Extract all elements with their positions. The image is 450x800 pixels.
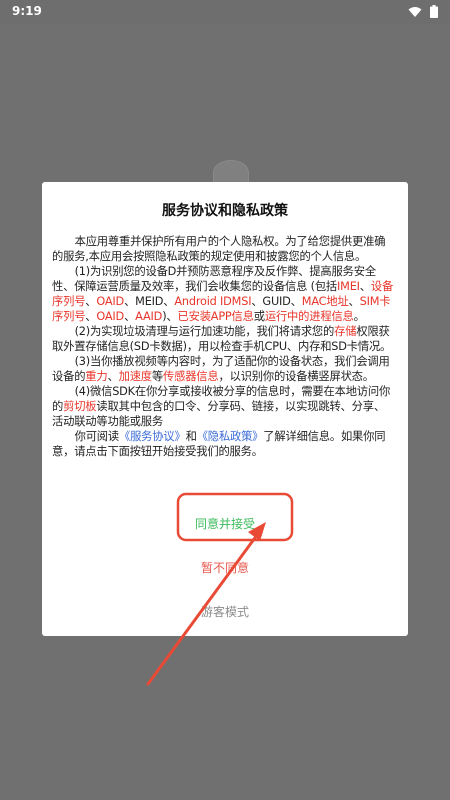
- text-segment: (2)为实现垃圾清理与运行加速功能，我们将请求您的: [74, 325, 335, 338]
- text-segment: 或: [253, 310, 265, 323]
- status-bar: 9:19: [0, 0, 450, 24]
- highlight-clipboard: 剪切板: [63, 400, 97, 413]
- text-segment: 、: [124, 310, 136, 323]
- highlight-acceleration: 加速度: [118, 370, 152, 383]
- highlight-storage: 存储: [334, 325, 357, 338]
- dialog-body: 本应用尊重并保护所有用户的个人隐私权。为了给您提供更准确的服务,本应用会按照隐私…: [52, 234, 396, 459]
- highlight-mac: MAC地址: [301, 295, 349, 308]
- paragraph-links: 你可阅读《服务协议》和《隐私政策》了解详细信息。如果你同意，请点击下面按钮开始接…: [52, 429, 396, 459]
- text-segment: 。: [353, 310, 365, 323]
- disagree-button[interactable]: 暂不同意: [42, 559, 408, 576]
- paragraph-device-info: (1)为识别您的设备D并预防恶意程序及反作弊、提高服务安全性、保障运营质量及效率…: [52, 264, 396, 324]
- text-segment: 和: [185, 430, 197, 443]
- text-segment: 、: [359, 280, 371, 293]
- text-segment: 你可阅读: [74, 430, 120, 443]
- agree-button[interactable]: 同意并接受: [42, 515, 408, 532]
- guest-mode-button[interactable]: 游客模式: [42, 603, 408, 620]
- paragraph-clipboard: (4)微信SDK在你分享或接收被分享的信息时，需要在本地访问你的剪切板读取其中包…: [52, 384, 396, 429]
- highlight-oaid-2: OAID: [96, 310, 125, 323]
- text-segment: 、: [85, 295, 97, 308]
- highlight-aaid: AAID: [135, 310, 163, 323]
- paragraph-intro: 本应用尊重并保护所有用户的个人隐私权。为了给您提供更准确的服务,本应用会按照隐私…: [52, 235, 386, 263]
- text-segment: 、: [85, 310, 97, 323]
- text-segment: )、: [162, 310, 178, 323]
- text-segment: 读取其中包含的口令、分享码、链接，以实现跳转、分享、活动联动等功能或服务: [52, 400, 385, 428]
- service-agreement-link[interactable]: 《服务协议》: [119, 430, 186, 443]
- paragraph-storage: (2)为实现垃圾清理与运行加速功能，我们将请求您的存储权限获取外置存储信息(SD…: [52, 324, 396, 354]
- privacy-dialog: 服务协议和隐私政策 本应用尊重并保护所有用户的个人隐私权。为了给您提供更准确的服…: [42, 182, 408, 636]
- highlight-idmsi: Android IDMSI: [174, 295, 252, 308]
- highlight-installed-apps: 已安装APP信息: [177, 310, 254, 323]
- highlight-imei: IMEI: [337, 280, 360, 293]
- text-segment: ，以识别你的设备横竖屏状态。: [218, 370, 375, 383]
- highlight-sensor-info: 传感器信息: [163, 370, 219, 383]
- text-segment: 、: [348, 295, 360, 308]
- text-segment: (1)为识别您的设备D并预防恶意程序及反作弊、提高服务安全性、保障运营质量及效率…: [52, 265, 376, 293]
- text-segment: 、: [107, 370, 119, 383]
- wifi-icon: [408, 6, 422, 17]
- highlight-gravity: 重力: [85, 370, 108, 383]
- highlight-running-processes: 运行中的进程信息: [264, 310, 354, 323]
- text-segment: 等: [151, 370, 164, 383]
- status-time: 9:19: [12, 4, 42, 18]
- highlight-oaid: OAID: [96, 295, 125, 308]
- battery-icon: [430, 5, 438, 18]
- dialog-title: 服务协议和隐私政策: [162, 203, 288, 219]
- privacy-policy-link[interactable]: 《隐私政策》: [197, 430, 264, 443]
- text-segment: 、MEID、: [124, 295, 175, 308]
- paragraph-sensors: (3)当你播放视频等内容时，为了适配你的设备状态，我们会调用设备的重力、加速度等…: [52, 354, 396, 384]
- text-segment: 、GUID、: [251, 295, 302, 308]
